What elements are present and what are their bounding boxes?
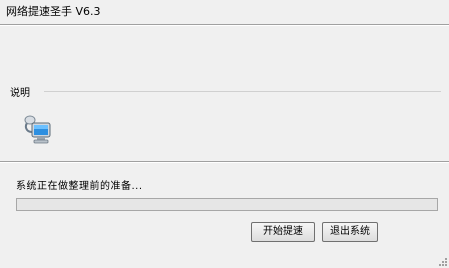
network-computer-icon: [24, 115, 51, 144]
exit-button[interactable]: 退出系统: [322, 222, 378, 242]
progress-bar: [16, 198, 438, 211]
group-line: [44, 91, 441, 92]
app-window: 网络提速圣手 V6.3 说明 系统正在做整理前的准备... 开始提速 退出系统: [0, 0, 449, 268]
title-divider: [0, 24, 449, 26]
start-speedup-button[interactable]: 开始提速: [251, 222, 315, 242]
section-label: 说明: [10, 84, 32, 99]
resize-grip-icon[interactable]: [436, 255, 448, 267]
title-bar: 网络提速圣手 V6.3: [0, 0, 449, 24]
status-divider: [0, 161, 449, 163]
status-text: 系统正在做整理前的准备...: [16, 181, 143, 192]
window-title: 网络提速圣手 V6.3: [6, 5, 101, 18]
